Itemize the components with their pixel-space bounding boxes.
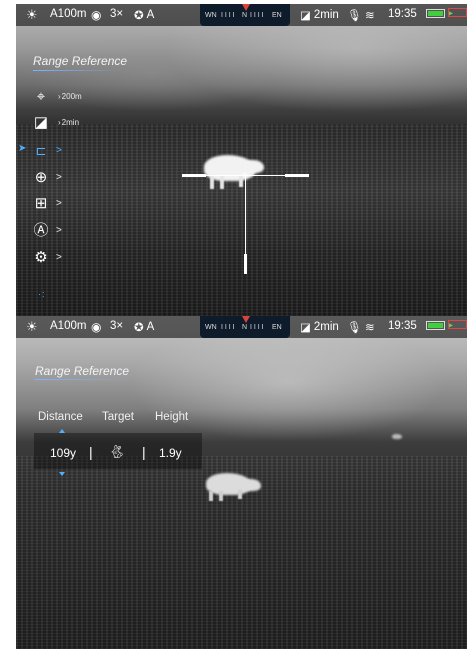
auto-icon: Ⓐ: [33, 221, 49, 239]
reticle-right-bar: [285, 174, 309, 177]
screen-off-value: 2min: [61, 117, 80, 127]
reticle-vertical-line: [245, 176, 246, 254]
microphone-icon: 🎙︎: [347, 322, 362, 334]
target-reticle-icon: ⊕: [34, 168, 48, 186]
chevron-right-icon: >: [56, 171, 62, 183]
menu-item-plus-box[interactable]: ⊞ >: [32, 193, 62, 213]
compass-ticks: I I I I: [250, 12, 264, 19]
menu-item-auto[interactable]: Ⓐ >: [32, 220, 62, 240]
screen-off-timer: ◪ 2min: [300, 320, 339, 334]
compass-ticks: I I I I: [221, 324, 235, 331]
compass-ticks: I I I I: [221, 12, 235, 19]
menu-item-settings[interactable]: ⚙ >: [32, 247, 62, 267]
boar-leg: [219, 491, 223, 501]
boar-leg: [238, 490, 242, 499]
ammo-label: A100m: [50, 8, 87, 20]
distant-animal: [392, 434, 402, 439]
compass-center: N: [242, 12, 248, 19]
zoom-level: 3×: [110, 320, 124, 332]
sun-icon: ☀: [26, 319, 38, 334]
heading-marker: [242, 316, 250, 323]
title-underline: [33, 70, 123, 71]
auto-label: A: [146, 321, 155, 333]
boar-leg: [220, 176, 224, 189]
heading-marker: [242, 4, 250, 11]
screen-off-icon: ◪: [33, 113, 49, 131]
chevron-right-icon: >: [56, 251, 62, 263]
thermal-view-menu: ☀ A100m ◉ 3× ✪ A WN I I I I N I I I I EN …: [16, 4, 467, 316]
distance-increase-arrow[interactable]: [59, 429, 65, 433]
wifi-icon: ≋: [365, 10, 375, 22]
target-header: Target: [102, 411, 134, 423]
low-battery-icon: [448, 320, 467, 329]
zoom-level: 3×: [110, 8, 124, 20]
ammo-label: A100m: [50, 320, 87, 332]
auto-label: A: [146, 9, 155, 21]
reticle-bottom-bar: [244, 254, 247, 274]
auto-cal-icon: ✪: [134, 322, 144, 334]
height-header: Height: [155, 411, 189, 423]
rabbit-icon[interactable]: 🐇︎: [109, 444, 126, 460]
chevron-right-icon: >: [56, 144, 62, 156]
menu-item-crosshair[interactable]: ⌖ › 200m: [32, 86, 82, 106]
field-texture: [16, 124, 467, 316]
compass-right: EN: [272, 324, 282, 331]
range-reference-icon: ⊏: [35, 142, 47, 158]
separator: |: [142, 444, 146, 460]
distance-decrease-arrow[interactable]: [59, 472, 65, 476]
menu-item-target-reticle[interactable]: ⊕ >: [32, 167, 62, 187]
eye-icon: ◉: [91, 8, 102, 22]
menu-title: Range Reference: [33, 54, 128, 68]
menu-item-screen-off[interactable]: ◪ › 2min: [32, 112, 79, 132]
page-indicator: ·:: [38, 289, 46, 299]
compass-left: WN: [205, 324, 217, 331]
panel-title: Range Reference: [35, 364, 130, 378]
compass: WN I I I I N I I I I EN: [200, 316, 290, 338]
status-bar: ☀ A100m ◉ 3× ✪ A WN I I I I N I I I I EN …: [16, 4, 467, 26]
clock: 19:35: [388, 8, 417, 20]
reticle-left-bar: [182, 174, 206, 177]
wifi-icon: ≋: [365, 322, 375, 334]
screen-off-icon: ◪: [300, 322, 311, 334]
auto-calibration: ✪ A: [134, 8, 154, 22]
chevron-right-icon: >: [56, 224, 62, 236]
timer-value: 2min: [313, 321, 339, 333]
compass-left: WN: [205, 12, 217, 19]
status-bar: ☀ A100m ◉ 3× ✪ A WN I I I I N I I I I EN …: [16, 316, 467, 338]
distance-header: Distance: [38, 411, 83, 423]
sun-icon: ☀: [26, 7, 38, 22]
screen-off-timer: ◪ 2min: [300, 8, 339, 22]
screen-off-value-chevron: ›: [58, 117, 61, 127]
separator: |: [89, 444, 93, 460]
crosshair-value: 200m: [61, 91, 82, 101]
boar-head: [243, 479, 261, 491]
chevron-right-icon: >: [56, 197, 62, 209]
compass-ticks: I I I I: [250, 324, 264, 331]
title-underline: [35, 379, 130, 380]
low-battery-icon: [448, 8, 467, 17]
boar-leg: [210, 176, 214, 189]
compass-right: EN: [272, 12, 282, 19]
auto-cal-icon: ✪: [134, 10, 144, 22]
menu-item-range-reference[interactable]: ⊏ >: [32, 140, 62, 160]
compass: WN I I I I N I I I I EN: [200, 4, 290, 26]
timer-value: 2min: [313, 9, 339, 21]
reticle-center-icon: +: [242, 170, 248, 181]
settings-icon: ⚙: [34, 248, 48, 266]
compass-center: N: [242, 324, 248, 331]
clock: 19:35: [388, 320, 417, 332]
screen-off-icon: ◪: [300, 10, 311, 22]
boar-leg: [209, 491, 213, 501]
plus-box-icon: ⊞: [34, 194, 48, 212]
crosshair-value-chevron: ›: [58, 91, 61, 101]
crosshair-icon: ⌖: [36, 87, 46, 105]
auto-calibration: ✪ A: [134, 320, 154, 334]
thermal-view-range-reference: ☀ A100m ◉ 3× ✪ A WN I I I I N I I I I EN …: [16, 316, 467, 649]
height-value[interactable]: 1.9y: [159, 446, 182, 460]
microphone-icon: 🎙︎: [347, 10, 362, 22]
distance-value[interactable]: 109y: [50, 446, 76, 460]
selection-arrow: ➤: [18, 143, 27, 154]
eye-icon: ◉: [91, 320, 102, 334]
